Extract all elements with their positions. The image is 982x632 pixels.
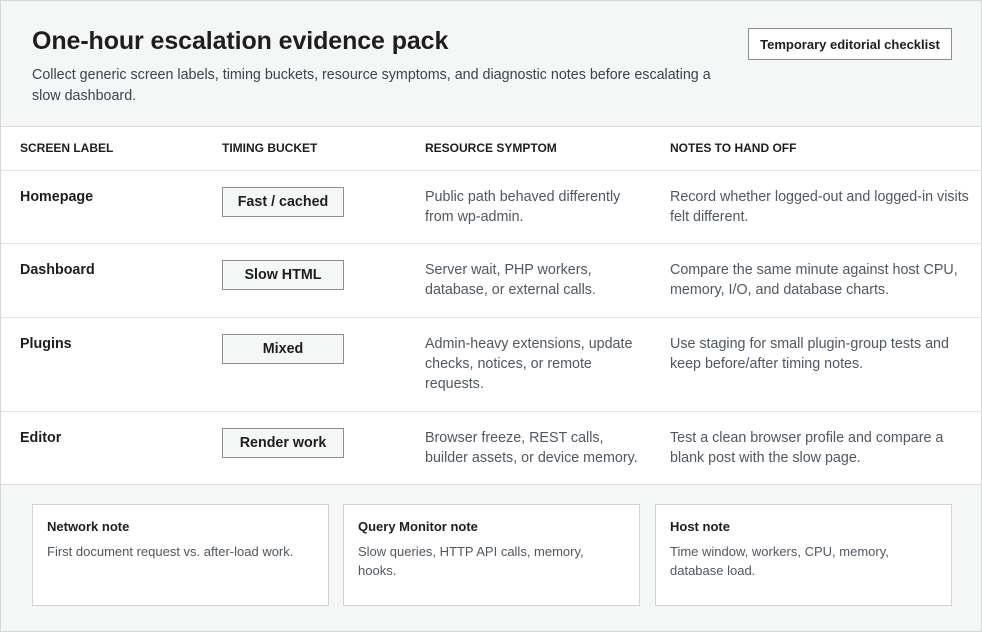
handoff-notes-text: Record whether logged-out and logged-in …: [670, 189, 969, 225]
divider: [1, 170, 981, 171]
query-monitor-note-card: Query Monitor note Slow queries, HTTP AP…: [343, 504, 640, 606]
panel-header: One-hour escalation evidence pack Collec…: [1, 1, 981, 127]
resource-symptom-text: Server wait, PHP workers, database, or e…: [425, 262, 596, 298]
row-label: Editor: [20, 430, 62, 446]
card-text: Slow queries, HTTP API calls, memory, ho…: [358, 544, 584, 578]
column-header-resource-symptom: RESOURCE SYMPTOM: [425, 141, 557, 155]
timing-bucket-badge: Render work: [222, 428, 344, 458]
resource-symptom-text: Browser freeze, REST calls, builder asse…: [425, 430, 638, 466]
handoff-notes-text: Test a clean browser profile and compare…: [670, 430, 944, 466]
row-label: Plugins: [20, 336, 72, 352]
resource-symptom-text: Admin-heavy extensions, update checks, n…: [425, 336, 633, 392]
divider: [1, 243, 981, 244]
timing-bucket-badge: Mixed: [222, 334, 344, 364]
host-note-card: Host note Time window, workers, CPU, mem…: [655, 504, 952, 606]
page-title: One-hour escalation evidence pack: [32, 27, 449, 55]
notes-footer: Network note First document request vs. …: [1, 484, 981, 631]
card-text: Time window, workers, CPU, memory, datab…: [670, 544, 889, 578]
network-note-card: Network note First document request vs. …: [32, 504, 329, 606]
card-title: Network note: [47, 519, 130, 534]
row-label: Dashboard: [20, 262, 95, 278]
resource-symptom-text: Public path behaved differently from wp-…: [425, 189, 621, 225]
page-subtitle: Collect generic screen labels, timing bu…: [32, 67, 711, 104]
evidence-pack-panel: One-hour escalation evidence pack Collec…: [0, 0, 982, 632]
card-text: First document request vs. after-load wo…: [47, 544, 294, 559]
handoff-notes-text: Use staging for small plugin-group tests…: [670, 336, 949, 372]
handoff-notes-text: Compare the same minute against host CPU…: [670, 262, 958, 298]
timing-bucket-badge: Slow HTML: [222, 260, 344, 290]
column-header-screen-label: SCREEN LABEL: [20, 141, 114, 155]
temporary-checklist-button[interactable]: Temporary editorial checklist: [748, 28, 952, 60]
divider: [1, 317, 981, 318]
timing-bucket-badge: Fast / cached: [222, 187, 344, 217]
row-label: Homepage: [20, 189, 94, 205]
card-title: Query Monitor note: [358, 519, 478, 534]
card-title: Host note: [670, 519, 730, 534]
column-header-timing-bucket: TIMING BUCKET: [222, 141, 318, 155]
column-header-notes: NOTES TO HAND OFF: [670, 141, 797, 155]
divider: [1, 411, 981, 412]
